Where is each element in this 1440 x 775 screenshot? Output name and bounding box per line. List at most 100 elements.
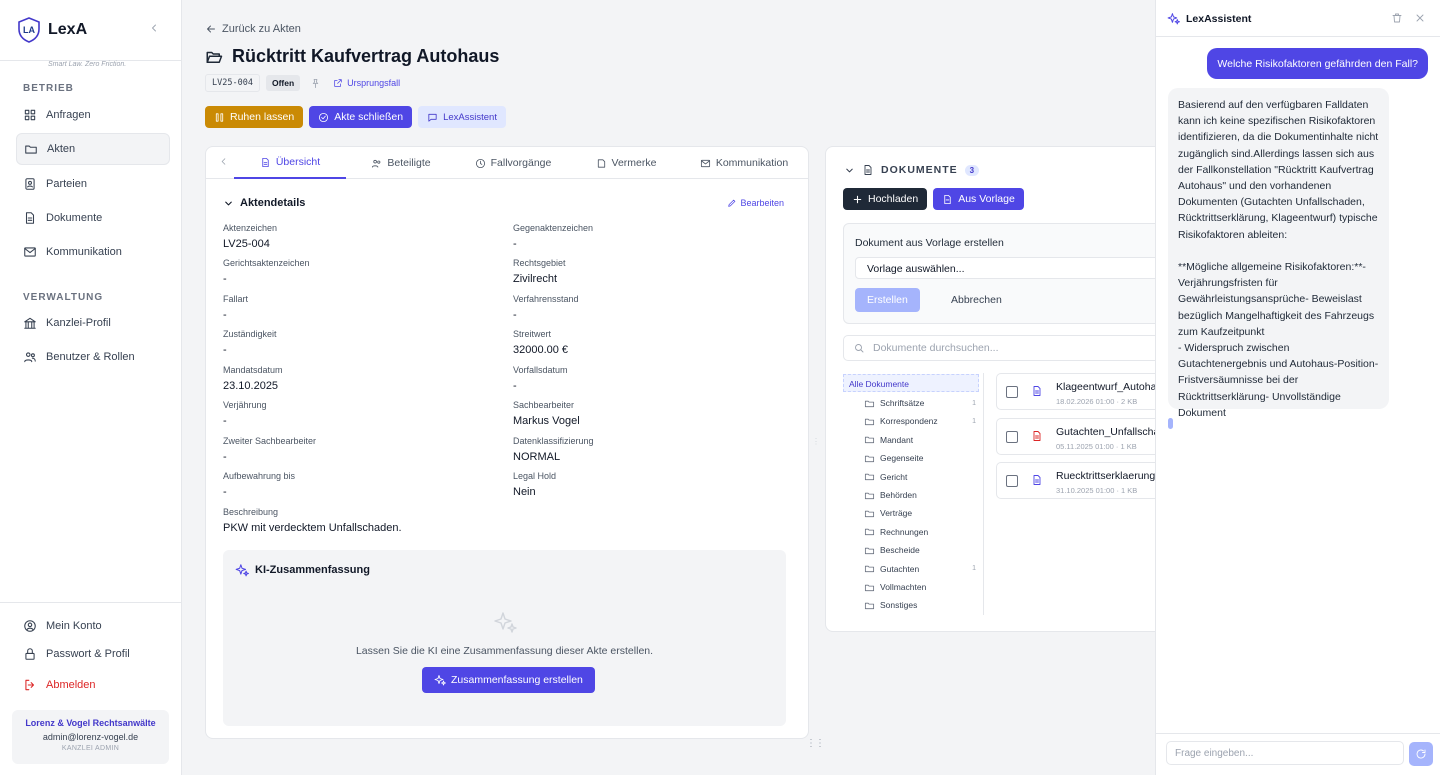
rest-case-button[interactable]: Ruhen lassen	[205, 106, 304, 128]
assistant-label: LexAssistent	[443, 111, 497, 123]
field-value: -	[223, 273, 227, 285]
logout-button[interactable]: Abmelden	[16, 669, 170, 701]
tab-vermerke[interactable]: Vermerke	[576, 147, 676, 179]
documents-panel: DOKUMENTE 3 Hochladen Aus Vorlage Dokume…	[825, 146, 1165, 632]
user-circle-icon	[24, 620, 36, 632]
field-label: Sachbearbeiter	[513, 400, 575, 410]
panel-split-handle[interactable]: ⋮	[812, 437, 820, 446]
folder-item[interactable]: Korrespondenz 1	[864, 414, 976, 428]
document-row[interactable]: Gutachten_Unfallschaden 05.11.2025 01:00 …	[996, 417, 1164, 455]
template-form: Dokument aus Vorlage erstellen Vorlage a…	[843, 223, 1164, 324]
field-value: Zivilrecht	[513, 273, 558, 285]
sidebar-item-label: Akten	[47, 143, 76, 155]
folder-name: Gegenseite	[880, 453, 924, 464]
question-input[interactable]: Frage eingeben...	[1166, 741, 1404, 765]
folder-item[interactable]: Vollmachten	[864, 580, 974, 594]
folder-item[interactable]: Schriftsätze 1	[864, 396, 976, 410]
pin-button[interactable]	[310, 78, 321, 89]
folder-item[interactable]: Sonstiges	[864, 598, 974, 612]
tabs-scroll-left[interactable]	[218, 156, 229, 167]
template-select[interactable]: Vorlage auswählen...	[855, 257, 1164, 279]
clear-chat-button[interactable]	[1391, 12, 1403, 24]
file-template-icon	[944, 194, 951, 204]
resize-handle[interactable]: ⋮⋮	[806, 738, 825, 749]
close-assistant-button[interactable]	[1414, 12, 1426, 24]
folder-item[interactable]: Gutachten 1	[864, 562, 976, 576]
app-logo[interactable]: LA LexA	[18, 17, 87, 43]
collapse-sidebar-button[interactable]	[148, 22, 160, 34]
document-checkbox[interactable]	[1006, 386, 1018, 398]
details-toggle[interactable]: Aktendetails	[223, 197, 305, 209]
field-label: Zweiter Sachbearbeiter	[223, 436, 317, 446]
close-case-button[interactable]: Akte schließen	[309, 106, 413, 128]
sidebar-item-dokumente[interactable]: Dokumente	[16, 202, 170, 234]
document-checkbox[interactable]	[1006, 430, 1018, 443]
rest-label: Ruhen lassen	[230, 111, 295, 123]
field-value: -	[223, 486, 227, 498]
tab-label: Fallvorgänge	[490, 157, 552, 169]
document-checkbox[interactable]	[1006, 475, 1018, 487]
field-value: -	[223, 309, 227, 321]
field-value: LV25-004	[223, 238, 270, 250]
field-fallart: Fallart -	[223, 294, 248, 321]
tab-beteiligte[interactable]: Beteiligte	[351, 147, 451, 179]
sidebar-item-kommunikation[interactable]: Kommunikation	[16, 236, 170, 268]
send-button[interactable]	[1409, 742, 1433, 766]
grid-icon	[24, 109, 36, 121]
field-beschreibung: Beschreibung PKW mit verdecktem Unfallsc…	[223, 507, 402, 534]
case-title: Rücktritt Kaufvertrag Autohaus	[232, 46, 500, 66]
case-overview-card: Übersicht Beteiligte Fallvorgänge Vermer…	[205, 146, 809, 739]
open-assistant-button[interactable]: LexAssistent	[418, 106, 506, 128]
upload-label: Hochladen	[868, 193, 919, 205]
folder-count: 1	[972, 565, 976, 573]
field-verfahrensstand: Verfahrensstand -	[513, 294, 579, 321]
edit-details-button[interactable]: Bearbeiten	[727, 198, 784, 208]
folder-icon	[864, 547, 875, 554]
folder-tree: Alle Dokumente Schriftsätze 1 Korresponden…	[843, 373, 984, 615]
create-from-template-button[interactable]: Erstellen	[855, 288, 920, 312]
from-template-button[interactable]: Aus Vorlage	[933, 188, 1024, 210]
sidebar-item-benutzer-rollen[interactable]: Benutzer & Rollen	[16, 341, 170, 373]
folder-item[interactable]: Rechnungen	[864, 525, 974, 539]
field-aufbewahrung: Aufbewahrung bis -	[223, 471, 295, 498]
sidebar-item-password[interactable]: Passwort & Profil	[16, 638, 170, 670]
origin-case-link[interactable]: Ursprungsfall	[333, 78, 400, 88]
sidebar-item-label: Kommunikation	[46, 246, 122, 258]
assistant-title: LexAssistent	[1167, 12, 1251, 25]
tab-uebersicht[interactable]: Übersicht	[234, 147, 346, 179]
folder-item[interactable]: Behörden	[864, 488, 974, 502]
firm-name: Lorenz & Vogel Rechtsanwälte	[25, 718, 156, 728]
folder-item[interactable]: Gegenseite	[864, 451, 974, 465]
sidebar-item-parteien[interactable]: Parteien	[16, 168, 170, 200]
create-summary-button[interactable]: Zusammenfassung erstellen	[422, 667, 595, 693]
folder-item[interactable]: Bescheide	[864, 543, 974, 557]
sidebar-item-kanzlei-profil[interactable]: Kanzlei-Profil	[16, 307, 170, 339]
folder-name: Bescheide	[880, 545, 920, 556]
details-heading: Aktendetails	[240, 197, 306, 209]
folder-all-documents[interactable]: Alle Dokumente	[843, 374, 979, 392]
document-row[interactable]: Klageentwurf_Autohaus 18.02.2026 01:00 · …	[996, 373, 1164, 410]
back-to-cases-link[interactable]: Zurück zu Akten	[205, 23, 301, 35]
chevron-down-icon	[225, 201, 232, 205]
field-label: Streitwert	[513, 329, 552, 339]
documents-header[interactable]: DOKUMENTE 3	[844, 164, 980, 176]
document-meta: 05.11.2025 01:00 · 1 KB	[1056, 441, 1137, 451]
document-row[interactable]: Ruecktrittserklaerung_ 31.10.2025 01:00 ·…	[996, 462, 1164, 499]
folder-item[interactable]: Verträge	[864, 506, 974, 520]
folder-item[interactable]: Gericht	[864, 470, 974, 484]
sidebar-item-anfragen[interactable]: Anfragen	[16, 99, 170, 131]
folder-icon	[864, 529, 875, 536]
assistant-header: LexAssistent	[1156, 0, 1440, 37]
field-label: Fallart	[223, 294, 249, 304]
user-message: Welche Risikofaktoren gefährden den Fall…	[1207, 48, 1428, 79]
folder-name: Verträge	[880, 508, 913, 519]
field-label: Gerichtsaktenzeichen	[223, 258, 310, 268]
folder-item[interactable]: Mandant	[864, 433, 974, 447]
upload-button[interactable]: Hochladen	[843, 188, 928, 210]
note-icon	[597, 158, 605, 168]
sidebar-item-akten[interactable]: Akten	[16, 133, 170, 165]
tab-fallvorgaenge[interactable]: Fallvorgänge	[461, 147, 565, 179]
document-search-input[interactable]: Dokumente durchsuchen...	[843, 335, 1164, 361]
cancel-template-button[interactable]: Abbrechen	[951, 294, 1002, 306]
tab-kommunikation[interactable]: Kommunikation	[684, 147, 804, 179]
